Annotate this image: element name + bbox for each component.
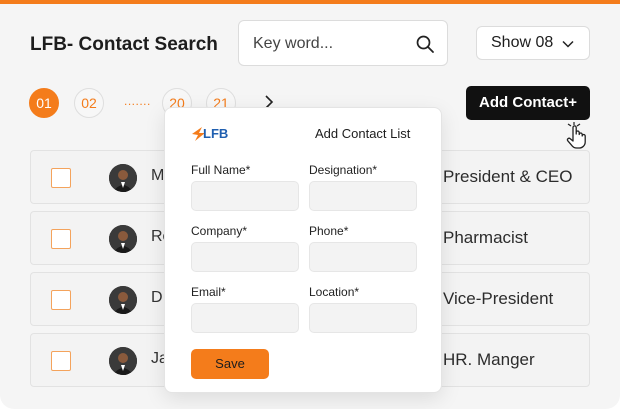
- avatar: [109, 164, 137, 192]
- contact-name: M: [151, 167, 165, 184]
- avatar: [109, 286, 137, 314]
- avatar: [109, 347, 137, 375]
- row-checkbox[interactable]: [51, 229, 71, 249]
- save-button[interactable]: Save: [191, 349, 269, 379]
- location-field[interactable]: [309, 303, 417, 333]
- contact-role: Vice-President: [443, 289, 554, 308]
- contact-role: HR. Manger: [443, 350, 535, 369]
- contact-role: President & CEO: [443, 167, 573, 186]
- contact-role: Pharmacist: [443, 228, 529, 247]
- row-checkbox[interactable]: [51, 351, 71, 371]
- full-name-label: Full Name*: [191, 163, 251, 177]
- chevron-down-icon: [562, 40, 574, 48]
- avatar: [109, 225, 137, 253]
- contact-search-panel: LFB- Contact Search Show 08 01 02 ......…: [0, 0, 620, 409]
- page-button-01[interactable]: 01: [29, 88, 59, 118]
- company-field[interactable]: [191, 242, 299, 272]
- search-box[interactable]: [238, 20, 448, 66]
- row-checkbox[interactable]: [51, 168, 71, 188]
- page-title: LFB- Contact Search: [30, 34, 218, 55]
- full-name-field[interactable]: [191, 181, 299, 211]
- search-icon[interactable]: [415, 34, 435, 54]
- accent-strip: [0, 0, 620, 4]
- designation-field[interactable]: [309, 181, 417, 211]
- search-input[interactable]: [253, 33, 413, 55]
- show-count-select[interactable]: Show 08: [476, 26, 590, 60]
- add-contact-modal: LFB Add Contact List Full Name* Designat…: [164, 107, 442, 393]
- pagination-ellipsis: .......: [124, 94, 151, 108]
- location-label: Location*: [309, 285, 360, 299]
- svg-text:LFB: LFB: [203, 126, 228, 141]
- row-checkbox[interactable]: [51, 290, 71, 310]
- lfb-logo: LFB: [192, 126, 228, 141]
- add-contact-button[interactable]: Add Contact+: [466, 86, 590, 120]
- hand-pointer-icon: [566, 122, 586, 149]
- email-label: Email*: [191, 285, 226, 299]
- designation-label: Designation*: [309, 163, 378, 177]
- company-label: Company*: [191, 224, 248, 238]
- page-button-02[interactable]: 02: [74, 88, 104, 118]
- email-field[interactable]: [191, 303, 299, 333]
- show-count-label: Show 08: [491, 34, 554, 51]
- phone-field[interactable]: [309, 242, 417, 272]
- contact-name: D: [151, 289, 163, 306]
- phone-label: Phone*: [309, 224, 349, 238]
- modal-title: Add Contact List: [315, 126, 411, 141]
